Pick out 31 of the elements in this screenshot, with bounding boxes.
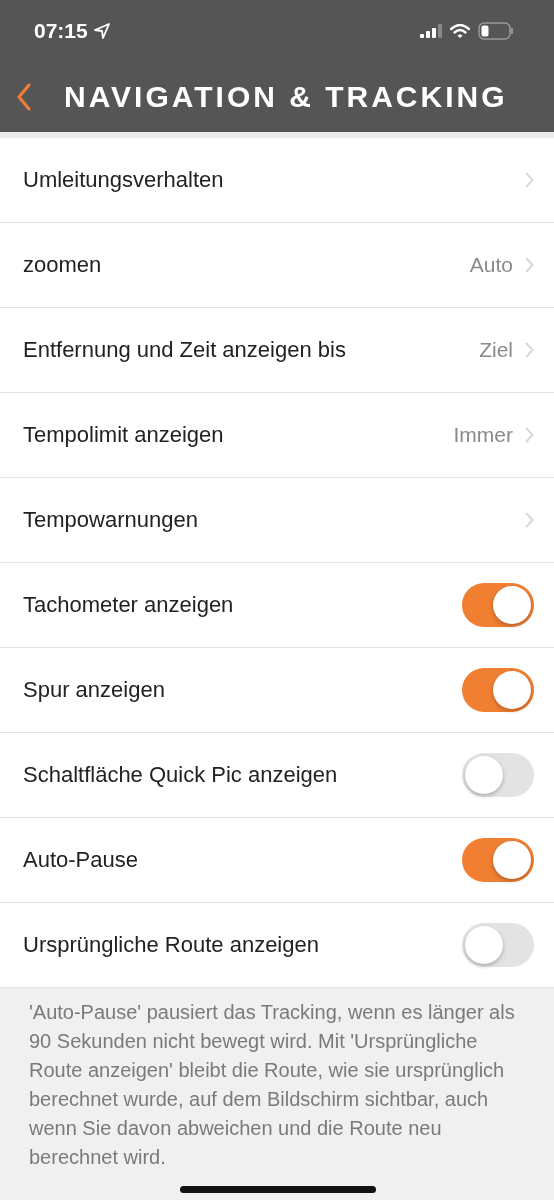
setting-value: Immer	[453, 423, 513, 447]
chevron-right-icon	[525, 342, 534, 358]
toggle-switch[interactable]	[462, 753, 534, 797]
back-chevron-icon	[16, 83, 32, 111]
toggle-switch[interactable]	[462, 923, 534, 967]
setting-label: Umleitungsverhalten	[23, 167, 225, 193]
setting-label: Ursprüngliche Route anzeigen	[23, 932, 320, 958]
setting-value: Ziel	[479, 338, 513, 362]
toggle-switch[interactable]	[462, 838, 534, 882]
chevron-right-icon	[525, 512, 534, 528]
setting-label: Schaltfläche Quick Pic anzeigen	[23, 762, 339, 788]
footer-note: 'Auto-Pause' pausiert das Tracking, wenn es länger als 90 Sekunden nicht bewegt wird. Mit 'Ursprüngliche Route anzeigen' bleibt die Route, wie sie ursprünglich berechnet wurde, auf dem Bildschirm sichtbar, auch wenn Sie davon abweichen und die Route neu berechnet wird.	[29, 1000, 516, 1170]
chevron-right-icon	[525, 257, 534, 273]
status-time: 07:15	[34, 19, 88, 43]
setting-label: Tachometer anzeigen	[23, 592, 235, 618]
wifi-icon	[450, 23, 470, 39]
location-arrow-icon	[93, 23, 110, 39]
signal-icon	[420, 24, 442, 38]
chevron-right-icon	[525, 172, 534, 188]
setting-label: zoomen	[23, 252, 103, 278]
battery-icon	[478, 22, 514, 40]
chevron-right-icon	[525, 427, 534, 443]
setting-label: Tempolimit anzeigen	[23, 422, 225, 448]
setting-label: Tempowarnungen	[23, 507, 199, 533]
toggle-switch[interactable]	[462, 668, 534, 712]
setting-label: Auto-Pause	[23, 847, 139, 873]
setting-label: Spur anzeigen	[23, 677, 166, 703]
setting-label: Entfernung und Zeit anzeigen bis	[23, 337, 347, 363]
setting-value: Auto	[469, 253, 513, 277]
screen-title: NAVIGATION & TRACKING	[64, 80, 508, 114]
toggle-switch[interactable]	[462, 583, 534, 627]
